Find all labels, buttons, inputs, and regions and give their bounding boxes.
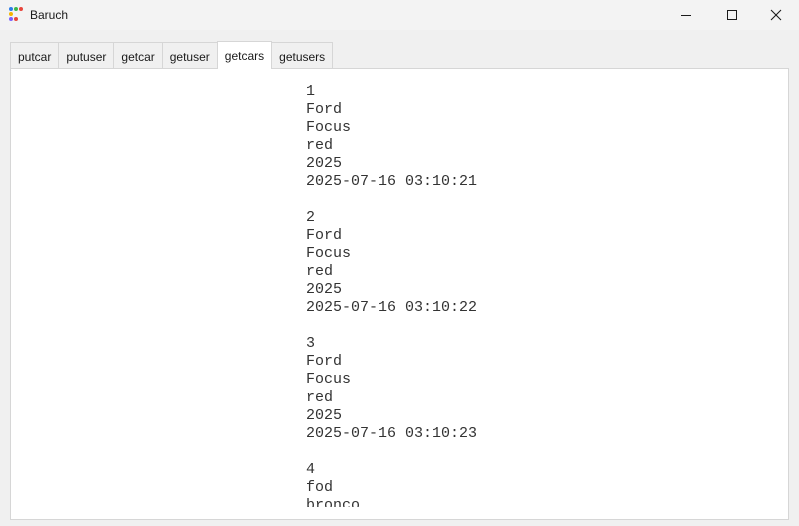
car-id: 3 bbox=[306, 335, 316, 352]
car-model: Focus bbox=[306, 371, 352, 388]
close-icon bbox=[770, 9, 782, 21]
tab-putuser[interactable]: putuser bbox=[58, 42, 114, 68]
tab-getcars[interactable]: getcars bbox=[216, 41, 273, 69]
car-id: 2 bbox=[306, 209, 316, 226]
tab-getcar[interactable]: getcar bbox=[113, 42, 162, 68]
car-year: 2025 bbox=[306, 407, 343, 424]
car-color: red bbox=[306, 263, 334, 280]
car-make: Ford bbox=[306, 353, 343, 370]
tab-panel-getcars: 1 Ford Focus red 2025 2025-07-16 03:10:2… bbox=[10, 68, 789, 520]
car-model: Focus bbox=[306, 119, 352, 136]
tab-bar: putcar putuser getcar getuser getcars ge… bbox=[10, 41, 334, 69]
maximize-icon bbox=[727, 10, 737, 20]
car-color: red bbox=[306, 389, 334, 406]
car-record: 4 fod bronco bbox=[306, 461, 606, 507]
car-id: 4 bbox=[306, 461, 316, 478]
close-button[interactable] bbox=[753, 0, 799, 30]
title-bar[interactable]: Baruch bbox=[0, 0, 799, 30]
maximize-button[interactable] bbox=[709, 0, 755, 30]
car-timestamp: 2025-07-16 03:10:23 bbox=[306, 425, 478, 442]
cars-output: 1 Ford Focus red 2025 2025-07-16 03:10:2… bbox=[306, 83, 606, 507]
car-timestamp: 2025-07-16 03:10:21 bbox=[306, 173, 478, 190]
app-window: Baruch putcar putuser getcar getuser get… bbox=[0, 0, 799, 526]
car-model: Focus bbox=[306, 245, 352, 262]
tab-getusers[interactable]: getusers bbox=[272, 42, 334, 68]
car-id: 1 bbox=[306, 83, 316, 100]
tab-putcar[interactable]: putcar bbox=[10, 42, 59, 68]
car-record: 3 Ford Focus red 2025 2025-07-16 03:10:2… bbox=[306, 335, 606, 443]
car-timestamp: 2025-07-16 03:10:22 bbox=[306, 299, 478, 316]
car-make: Ford bbox=[306, 227, 343, 244]
car-color: red bbox=[306, 137, 334, 154]
car-year: 2025 bbox=[306, 281, 343, 298]
tab-getuser[interactable]: getuser bbox=[161, 42, 217, 68]
car-year: 2025 bbox=[306, 155, 343, 172]
car-make: fod bbox=[306, 479, 334, 496]
app-icon bbox=[9, 7, 24, 22]
car-record: 2 Ford Focus red 2025 2025-07-16 03:10:2… bbox=[306, 209, 606, 317]
minimize-button[interactable] bbox=[663, 0, 709, 30]
window-title: Baruch bbox=[30, 8, 69, 22]
car-make: Ford bbox=[306, 101, 343, 118]
minimize-icon bbox=[681, 15, 691, 16]
car-record: 1 Ford Focus red 2025 2025-07-16 03:10:2… bbox=[306, 83, 606, 191]
car-model: bronco bbox=[306, 497, 361, 507]
